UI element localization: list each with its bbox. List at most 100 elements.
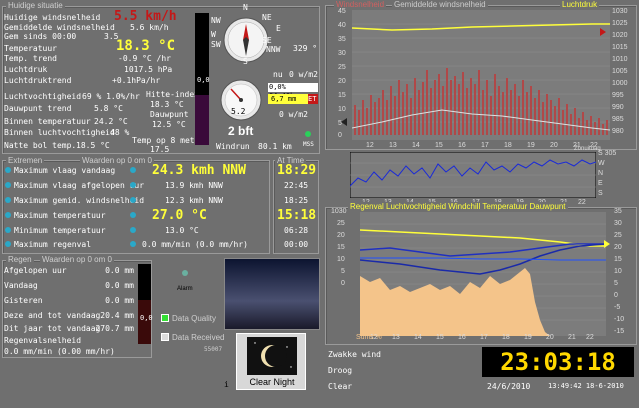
compass-se: SE [262,36,272,45]
temp-8m-value: 17.5 [150,145,170,154]
wind-bar-fill [195,95,209,145]
wind-bar-value: 0,0 [197,76,210,84]
barometer-gauge [216,75,266,125]
wind-direction-chart [350,152,596,198]
rain-row-label: Vandaag [4,281,38,290]
data-quality-checkbox[interactable] [161,314,169,322]
graph1-right-axis: 1030 1025 1020 1015 1010 1005 1000 995 9… [612,8,628,135]
solar-value: 0 w/m2 [279,110,308,119]
wind-speed-label: Huidige windsnelheid [4,13,101,22]
rain-legend: Regen [6,255,34,264]
extreme-row-value: 13.0 °C [165,226,199,235]
extreme-value-icon [130,212,136,218]
graph1-left-marker-icon [341,118,347,126]
extreme-value-icon [130,227,136,233]
wind-pressure-chart [352,10,610,140]
info-small: i [224,380,229,389]
temperature-value: 18.3 °C [116,38,176,54]
dewpoint-trend-label: Dauwpunt trend [4,104,72,113]
humidity-value: 69 % 1.0%/hr [82,92,140,101]
rain-bar-value: 0,0 [140,314,153,322]
forecast-line-1: Zwakke wind [328,350,381,359]
indoor-humidity-label: Binnen luchtvochtigheid [4,128,115,137]
temp-trend-value: -0.9 °C /hr [118,54,171,63]
pressure-trend-label: Luchtdruktrend [4,76,72,85]
extreme-row-time: 15:18 [277,208,317,223]
graph3-legend-sun: Sunis % [356,334,382,341]
heat-index-label: Hitte-index [146,90,199,99]
alarm-label: Alarm [177,286,193,292]
rain-mm-box: 6,7 mm [268,94,308,104]
extremes-legend-2: Waarden op 0 om 0 [80,156,154,165]
compass-e: E [276,24,281,33]
sky-camera-image [224,258,320,330]
dewpoint-trend-value: 5.8 °C [94,104,123,113]
extreme-row-value: 27.0 °C [152,208,207,223]
graph3-right-marker-icon [604,240,610,248]
indoor-humidity-value: 48 % [110,128,130,137]
pressure-trend-value: +0.1hPa/hr [112,76,161,85]
alarm-led-icon[interactable] [182,270,188,276]
graph2-right-axis: S 305 W N E S [598,150,617,197]
graph1-x-axis: 12 13 14 15 16 17 18 19 20 21 22 [366,142,598,149]
avg-wind-label: Gemiddelde windsnelheid [4,23,115,32]
extreme-value-icon [130,182,136,188]
forecast-line-3: Clear [328,382,353,391]
humidity-label: Luchtvochtigheid [4,92,82,101]
extreme-row-label: Maximum gemid. windsnelheid [14,196,145,205]
rain-row-label: Gisteren [4,296,43,305]
data-quality-label: Data Quality [172,314,217,323]
status-led-icon [305,131,311,137]
rain-rate-value: 0.0 mm/min (0.00 mm/hr) [4,347,115,356]
extreme-row-time: 22:45 [284,181,309,190]
rain-row-value: 0.0 mm [105,281,134,290]
wet-bulb-label: Natte bol temp. [4,141,77,150]
beaufort-value: 2 bft [228,124,254,138]
extreme-row-icon [5,182,11,188]
temperature-label: Temperatuur [4,44,57,53]
rain-bar-fill [138,300,151,344]
gust-label: Gem sinds 00:00 [4,32,77,41]
pressure-value: 1017.5 hPa [124,65,173,74]
extreme-row-time: 00:00 [284,240,309,249]
uv-label: nu [273,70,283,79]
windrun-label: Windrun [216,142,250,151]
extreme-row-label: Maximum regenval [14,240,92,249]
compass-n: N [243,3,248,12]
graph3-legend: Regenval Luchtvochtigheid Windchill Temp… [348,202,568,211]
rain-row-value: 270.7 mm [95,324,134,333]
moon-icon [254,342,292,368]
dewpoint-label: Dauwpunt [150,110,189,119]
graph3-x-axis: 12 13 14 15 16 17 18 19 20 21 22 [370,334,594,341]
extreme-row-value: 24.3 kmh NNW [152,163,246,178]
clock-date: 24/6/2010 [487,382,531,391]
data-received-checkbox[interactable] [161,333,169,341]
compass-s: S [243,57,248,66]
moon-phase-image [247,337,297,375]
rain-row-label: Afgelopen uur [4,266,67,275]
graph1-legend-pressure: Luchtdruk [560,0,600,9]
temp-humidity-chart [360,212,606,336]
wet-bulb-value: 18.5 °C [76,141,110,150]
extremes-legend: Extremen [6,156,45,165]
pressure-label: Luchtdruk [4,65,48,74]
extreme-row-value: 0.0 mm/min (0.0 mm/hr) [142,240,248,249]
rain-row-value: 20.4 mm [100,311,134,320]
rain-row-value: 0.0 mm [105,266,134,275]
extreme-row-label: Maximum vlaag afgelopen uur [14,181,145,190]
moon-phase-tile[interactable]: Clear Night [236,333,306,390]
compass-sw: SW [211,40,221,49]
et-tag: ET [308,94,318,104]
indoor-temp-value: 24.2 °C [94,117,128,126]
current-conditions-legend: Huidige situatie [6,1,65,10]
graph1-legend-avg: Gemiddelde windsnelheid [392,0,488,9]
extreme-row-icon [5,167,11,173]
extreme-row-value: 12.3 kmh NNW [165,196,223,205]
rain-row-label: Deze and tot vandaag [4,311,101,320]
extreme-row-time: 18:25 [284,196,309,205]
wind-direction: NNW [266,45,281,54]
mss-label: MSS [303,141,314,148]
data-received-label: Data Received [172,333,225,342]
digital-clock: 23:03:18 [482,347,634,377]
wind-speed-value: 5.5 km/h [114,9,177,24]
